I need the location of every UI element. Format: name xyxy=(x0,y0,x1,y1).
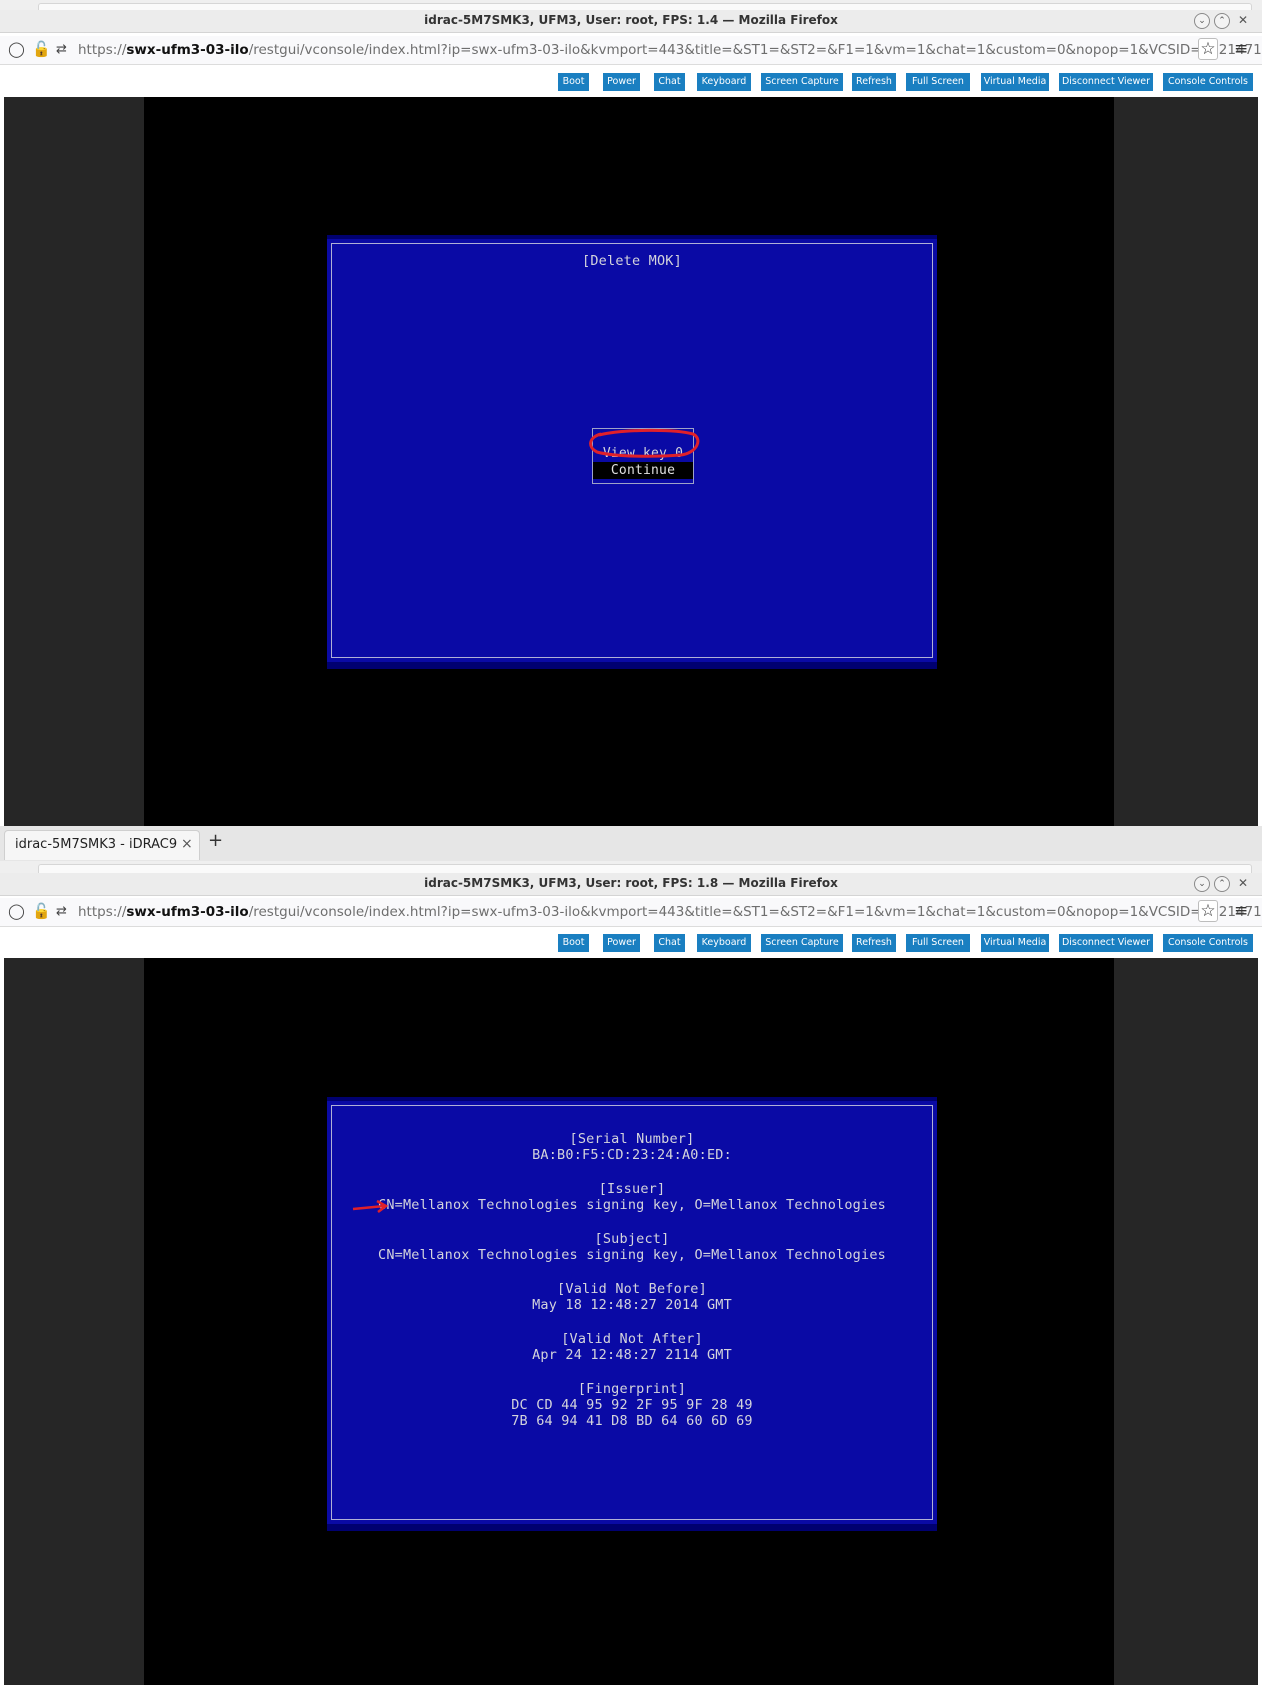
subject-label: [Subject] xyxy=(594,1231,670,1247)
address-bar[interactable]: ◯ 🔓 ⇄ https://swx-ufm3-03-ilo/restgui/vc… xyxy=(0,36,1262,65)
window-titlebar: idrac-5M7SMK3, UFM3, User: root, FPS: 1.… xyxy=(0,873,1262,896)
mok-dialog: [Delete MOK] View key 0 Continue xyxy=(327,235,937,669)
window-title: idrac-5M7SMK3, UFM3, User: root, FPS: 1.… xyxy=(424,876,838,890)
full-screen-button[interactable]: Full Screen xyxy=(906,934,970,952)
window-title: idrac-5M7SMK3, UFM3, User: root, FPS: 1.… xyxy=(424,13,838,27)
window-titlebar: idrac-5M7SMK3, UFM3, User: root, FPS: 1.… xyxy=(0,10,1262,33)
issuer-value: CN=Mellanox Technologies signing key, O=… xyxy=(378,1197,886,1213)
minimize-icon[interactable]: ⌄ xyxy=(1194,876,1210,892)
shield-icon[interactable]: ◯ xyxy=(8,902,25,920)
annotation-red-circle xyxy=(589,428,700,458)
disconnect-viewer-button[interactable]: Disconnect Viewer xyxy=(1059,934,1153,952)
valid-not-before-label: [Valid Not Before] xyxy=(557,1281,707,1297)
disconnect-viewer-button[interactable]: Disconnect Viewer xyxy=(1059,73,1153,91)
permissions-icon[interactable]: ⇄ xyxy=(56,904,67,919)
fingerprint-line-1: DC CD 44 95 92 2F 95 9F 28 49 xyxy=(511,1397,753,1413)
tab-bar: idrac-5M7SMK3 - iDRAC9 × + xyxy=(0,826,1262,862)
hamburger-menu-icon[interactable]: ≡ xyxy=(1234,39,1248,59)
close-icon[interactable]: ✕ xyxy=(1236,13,1250,27)
power-button[interactable]: Power xyxy=(603,934,640,952)
screenshot-2: idrac-5M7SMK3 - iDRAC9 × + idrac-5M7SMK3… xyxy=(0,826,1262,1685)
screen-capture-button[interactable]: Screen Capture xyxy=(761,934,843,952)
boot-button[interactable]: Boot xyxy=(558,934,589,952)
boot-button[interactable]: Boot xyxy=(558,73,589,91)
console-controls-button[interactable]: Console Controls xyxy=(1163,934,1253,952)
bookmark-star-icon[interactable]: ☆ xyxy=(1198,38,1218,60)
shield-icon[interactable]: ◯ xyxy=(8,40,25,58)
bookmark-star-icon[interactable]: ☆ xyxy=(1198,900,1218,922)
new-tab-icon[interactable]: + xyxy=(208,832,223,850)
tab-label: idrac-5M7SMK3 - iDRAC9 xyxy=(15,837,178,852)
chat-button[interactable]: Chat xyxy=(654,934,685,952)
console-controls-button[interactable]: Console Controls xyxy=(1163,73,1253,91)
serial-number-value: BA:B0:F5:CD:23:24:A0:ED: xyxy=(532,1147,732,1163)
window-frame-top xyxy=(0,861,1262,875)
remote-screen[interactable]: [Delete MOK] View key 0 Continue xyxy=(144,97,1114,826)
address-bar[interactable]: ◯ 🔓 ⇄ https://swx-ufm3-03-ilo/restgui/vc… xyxy=(0,898,1262,927)
serial-number-label: [Serial Number] xyxy=(569,1131,695,1147)
lock-warning-icon[interactable]: 🔓 xyxy=(32,902,51,920)
menu-item-continue[interactable]: Continue xyxy=(593,462,693,479)
dialog-title: [Delete MOK] xyxy=(582,253,682,269)
hamburger-menu-icon[interactable]: ≡ xyxy=(1234,901,1248,921)
screen-capture-button[interactable]: Screen Capture xyxy=(761,73,843,91)
virtual-media-button[interactable]: Virtual Media xyxy=(981,73,1049,91)
power-button[interactable]: Power xyxy=(603,73,640,91)
refresh-button[interactable]: Refresh xyxy=(852,934,896,952)
browser-tab[interactable]: idrac-5M7SMK3 - iDRAC9 × xyxy=(4,830,200,860)
chat-button[interactable]: Chat xyxy=(654,73,685,91)
virtual-media-button[interactable]: Virtual Media xyxy=(981,934,1049,952)
certificate-dialog: [Serial Number] BA:B0:F5:CD:23:24:A0:ED:… xyxy=(327,1097,937,1531)
permissions-icon[interactable]: ⇄ xyxy=(56,42,67,57)
tab-close-icon[interactable]: × xyxy=(181,836,193,852)
fingerprint-line-2: 7B 64 94 41 D8 BD 64 60 6D 69 xyxy=(511,1413,753,1429)
minimize-icon[interactable]: ⌄ xyxy=(1194,13,1210,29)
fingerprint-label: [Fingerprint] xyxy=(577,1381,687,1397)
console-toolbar: Boot Power Chat Keyboard Screen Capture … xyxy=(0,67,1262,96)
console-toolbar: Boot Power Chat Keyboard Screen Capture … xyxy=(0,928,1262,957)
refresh-button[interactable]: Refresh xyxy=(852,73,896,91)
keyboard-button[interactable]: Keyboard xyxy=(697,73,751,91)
maximize-icon[interactable]: ⌃ xyxy=(1214,876,1230,892)
valid-not-after-label: [Valid Not After] xyxy=(561,1331,703,1347)
lock-warning-icon[interactable]: 🔓 xyxy=(32,40,51,58)
issuer-label: [Issuer] xyxy=(598,1181,666,1197)
full-screen-button[interactable]: Full Screen xyxy=(906,73,970,91)
close-icon[interactable]: ✕ xyxy=(1236,876,1250,890)
subject-value: CN=Mellanox Technologies signing key, O=… xyxy=(378,1247,886,1263)
valid-not-before-value: May 18 12:48:27 2014 GMT xyxy=(532,1297,732,1313)
annotation-red-arrow xyxy=(352,1199,389,1213)
keyboard-button[interactable]: Keyboard xyxy=(697,934,751,952)
valid-not-after-value: Apr 24 12:48:27 2114 GMT xyxy=(532,1347,732,1363)
url-text[interactable]: https://swx-ufm3-03-ilo/restgui/vconsole… xyxy=(78,904,1262,920)
screenshot-1: idrac-5M7SMK3, UFM3, User: root, FPS: 1.… xyxy=(0,0,1262,826)
url-text[interactable]: https://swx-ufm3-03-ilo/restgui/vconsole… xyxy=(78,42,1262,58)
console-viewer: [Serial Number] BA:B0:F5:CD:23:24:A0:ED:… xyxy=(4,958,1258,1685)
maximize-icon[interactable]: ⌃ xyxy=(1214,13,1230,29)
console-viewer: [Delete MOK] View key 0 Continue xyxy=(4,97,1258,826)
remote-screen[interactable]: [Serial Number] BA:B0:F5:CD:23:24:A0:ED:… xyxy=(144,958,1114,1685)
